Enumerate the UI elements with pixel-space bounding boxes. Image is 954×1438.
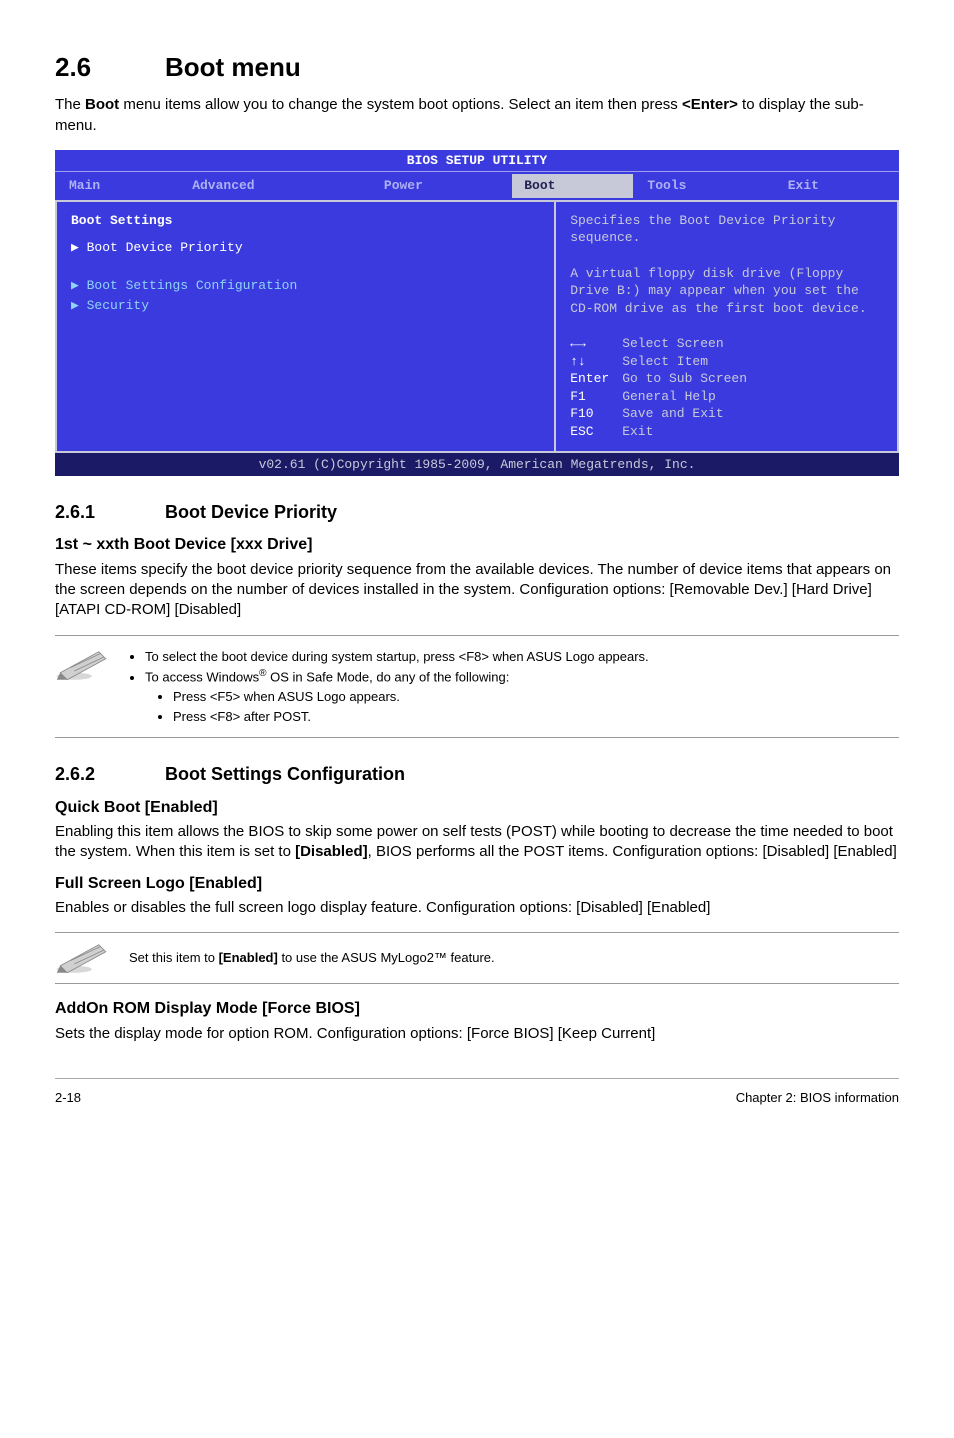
bios-menu-advanced: Advanced <box>180 174 370 198</box>
note-block: To select the boot device during system … <box>55 635 899 739</box>
page-number: 2-18 <box>55 1089 81 1107</box>
note-icon <box>55 646 111 682</box>
option-heading: AddOn ROM Display Mode [Force BIOS] <box>55 998 899 1020</box>
option-description: These items specify the boot device prio… <box>55 560 899 621</box>
option-description: Sets the display mode for option ROM. Co… <box>55 1024 899 1044</box>
page-footer: 2-18 Chapter 2: BIOS information <box>55 1078 899 1107</box>
option-heading: 1st ~ xxth Boot Device [xxx Drive] <box>55 534 899 556</box>
bios-left-panel: Boot Settings ▶ Boot Device Priority ▶ Bo… <box>57 202 556 451</box>
note-icon <box>55 939 111 975</box>
chapter-label: Chapter 2: BIOS information <box>736 1089 899 1107</box>
bios-menu-boot: Boot <box>512 174 633 198</box>
section-heading: 2.6Boot menu <box>55 50 899 85</box>
section-number: 2.6 <box>55 50 165 85</box>
option-description: Enables or disables the full screen logo… <box>55 898 899 918</box>
subsection-heading: 2.6.2Boot Settings Configuration <box>55 762 899 786</box>
bios-item: ▶ Security <box>71 297 540 315</box>
bios-key-legend: ←→Select Screen↑↓Select ItemEnterGo to S… <box>570 335 883 440</box>
subsection-heading: 2.6.1Boot Device Priority <box>55 500 899 524</box>
note-block: Set this item to [Enabled] to use the AS… <box>55 932 899 984</box>
option-heading: Quick Boot [Enabled] <box>55 797 899 819</box>
bios-panel-header: Boot Settings <box>71 212 540 230</box>
option-description: Enabling this item allows the BIOS to sk… <box>55 822 899 863</box>
bios-right-panel: Specifies the Boot Device Priority seque… <box>556 202 897 451</box>
bios-help-text: Specifies the Boot Device Priority seque… <box>570 212 883 317</box>
bios-screenshot: BIOS SETUP UTILITY MainAdvancedPowerBoot… <box>55 150 899 476</box>
note-list: To select the boot device during system … <box>129 646 649 728</box>
bios-title: BIOS SETUP UTILITY <box>55 150 899 173</box>
bios-item: ▶ Boot Settings Configuration <box>71 277 540 295</box>
bios-menubar: MainAdvancedPowerBootToolsExit <box>55 172 899 200</box>
bios-menu-tools: Tools <box>635 174 773 198</box>
option-heading: Full Screen Logo [Enabled] <box>55 873 899 895</box>
bios-footer: v02.61 (C)Copyright 1985-2009, American … <box>55 453 899 477</box>
section-title: Boot menu <box>165 52 301 82</box>
intro-paragraph: The Boot menu items allow you to change … <box>55 95 899 136</box>
bios-menu-power: Power <box>372 174 510 198</box>
bios-item: ▶ Boot Device Priority <box>71 239 540 257</box>
bios-menu-exit: Exit <box>776 174 897 198</box>
bios-menu-main: Main <box>57 174 178 198</box>
